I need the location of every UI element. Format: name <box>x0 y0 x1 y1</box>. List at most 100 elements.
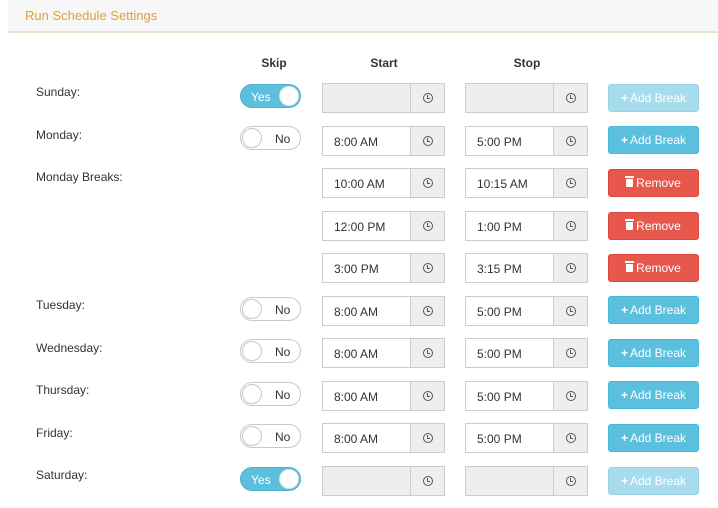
time-picker-button[interactable] <box>553 338 588 368</box>
start-time-input[interactable]: 8:00 AM <box>322 381 411 411</box>
start-time-friday[interactable]: 8:00 AM <box>322 423 445 453</box>
time-picker-button[interactable] <box>410 168 445 198</box>
stop-time-tuesday[interactable]: 5:00 PM <box>465 296 588 326</box>
trash-icon <box>625 261 635 272</box>
button-label: Remove <box>636 176 681 190</box>
column-header-stop: Stop <box>513 56 541 70</box>
add-break-button-wednesday[interactable]: + Add Break <box>608 339 699 367</box>
break-start-time-3[interactable]: 3:00 PM <box>322 253 445 283</box>
break-start-input[interactable]: 12:00 PM <box>322 211 411 241</box>
toggle-knob <box>242 128 262 148</box>
time-picker-button[interactable] <box>553 423 588 453</box>
skip-toggle-tuesday[interactable]: No <box>240 297 301 321</box>
add-break-button-tuesday[interactable]: + Add Break <box>608 296 699 324</box>
break-start-input[interactable]: 10:00 AM <box>322 168 411 198</box>
button-label: Remove <box>636 219 681 233</box>
remove-break-button-2[interactable]: Remove <box>608 212 699 240</box>
stop-time-monday[interactable]: 5:00 PM <box>465 126 588 156</box>
add-break-button-friday[interactable]: + Add Break <box>608 424 699 452</box>
break-stop-time-1[interactable]: 10:15 AM <box>465 168 588 198</box>
start-time-input[interactable]: 8:00 AM <box>322 296 411 326</box>
clock-icon <box>566 433 576 443</box>
time-picker-button[interactable] <box>553 381 588 411</box>
remove-break-button-3[interactable]: Remove <box>608 254 699 282</box>
start-time-thursday[interactable]: 8:00 AM <box>322 381 445 411</box>
start-time-input[interactable]: 8:00 AM <box>322 338 411 368</box>
clock-icon <box>423 306 433 316</box>
plus-icon: + <box>620 346 628 360</box>
stop-time-input[interactable]: 5:00 PM <box>465 381 554 411</box>
time-picker-button <box>553 466 588 496</box>
start-time-input[interactable]: 8:00 AM <box>322 126 411 156</box>
break-stop-input[interactable]: 1:00 PM <box>465 211 554 241</box>
button-label: Add Break <box>629 133 687 147</box>
break-stop-input[interactable]: 3:15 PM <box>465 253 554 283</box>
toggle-label: No <box>275 430 291 444</box>
stop-time-input[interactable]: 5:00 PM <box>465 296 554 326</box>
time-picker-button[interactable] <box>553 296 588 326</box>
start-time-tuesday[interactable]: 8:00 AM <box>322 296 445 326</box>
plus-icon: + <box>620 133 628 147</box>
break-stop-input[interactable]: 10:15 AM <box>465 168 554 198</box>
clock-icon <box>423 178 433 188</box>
break-start-input[interactable]: 3:00 PM <box>322 253 411 283</box>
add-break-button-thursday[interactable]: + Add Break <box>608 381 699 409</box>
stop-time-thursday[interactable]: 5:00 PM <box>465 381 588 411</box>
clock-icon <box>423 391 433 401</box>
time-picker-button[interactable] <box>410 211 445 241</box>
skip-toggle-thursday[interactable]: No <box>240 382 301 406</box>
time-picker-button[interactable] <box>553 168 588 198</box>
clock-icon <box>566 391 576 401</box>
break-stop-time-3[interactable]: 3:15 PM <box>465 253 588 283</box>
break-start-time-2[interactable]: 12:00 PM <box>322 211 445 241</box>
button-label: Add Break <box>629 303 687 317</box>
stop-time-input[interactable]: 5:00 PM <box>465 423 554 453</box>
trash-icon <box>625 176 635 187</box>
day-label-wednesday: Wednesday: <box>36 341 103 355</box>
toggle-knob <box>242 384 262 404</box>
clock-icon <box>566 476 576 486</box>
time-picker-button[interactable] <box>410 381 445 411</box>
clock-icon <box>566 93 576 103</box>
panel-title: Run Schedule Settings <box>25 8 158 23</box>
clock-icon <box>423 263 433 273</box>
column-header-skip: Skip <box>261 56 287 70</box>
start-time-monday[interactable]: 8:00 AM <box>322 126 445 156</box>
clock-icon <box>566 348 576 358</box>
add-break-button-sunday: + Add Break <box>608 84 699 112</box>
add-break-button-monday[interactable]: + Add Break <box>608 126 699 154</box>
skip-toggle-monday[interactable]: No <box>240 126 301 150</box>
stop-time-wednesday[interactable]: 5:00 PM <box>465 338 588 368</box>
time-picker-button <box>553 83 588 113</box>
stop-time-friday[interactable]: 5:00 PM <box>465 423 588 453</box>
time-picker-button[interactable] <box>410 296 445 326</box>
time-picker-button[interactable] <box>553 211 588 241</box>
plus-icon: + <box>620 431 628 445</box>
start-time-wednesday[interactable]: 8:00 AM <box>322 338 445 368</box>
panel-header: Run Schedule Settings <box>8 0 718 33</box>
skip-toggle-wednesday[interactable]: No <box>240 339 301 363</box>
clock-icon <box>566 306 576 316</box>
time-picker-button[interactable] <box>410 423 445 453</box>
button-label: Add Break <box>629 91 687 105</box>
skip-toggle-sunday[interactable]: Yes <box>240 84 301 108</box>
stop-time-input <box>465 466 554 496</box>
time-picker-button[interactable] <box>410 126 445 156</box>
stop-time-input[interactable]: 5:00 PM <box>465 338 554 368</box>
break-start-time-1[interactable]: 10:00 AM <box>322 168 445 198</box>
day-label-saturday: Saturday: <box>36 468 88 482</box>
time-picker-button[interactable] <box>553 253 588 283</box>
clock-icon <box>423 221 433 231</box>
toggle-label: No <box>275 388 291 402</box>
break-stop-time-2[interactable]: 1:00 PM <box>465 211 588 241</box>
time-picker-button[interactable] <box>553 126 588 156</box>
stop-time-input[interactable]: 5:00 PM <box>465 126 554 156</box>
day-label-tuesday: Tuesday: <box>36 298 85 312</box>
time-picker-button[interactable] <box>410 253 445 283</box>
skip-toggle-friday[interactable]: No <box>240 424 301 448</box>
skip-toggle-saturday[interactable]: Yes <box>240 467 301 491</box>
day-label-friday: Friday: <box>36 426 73 440</box>
time-picker-button[interactable] <box>410 338 445 368</box>
start-time-input[interactable]: 8:00 AM <box>322 423 411 453</box>
remove-break-button-1[interactable]: Remove <box>608 169 699 197</box>
